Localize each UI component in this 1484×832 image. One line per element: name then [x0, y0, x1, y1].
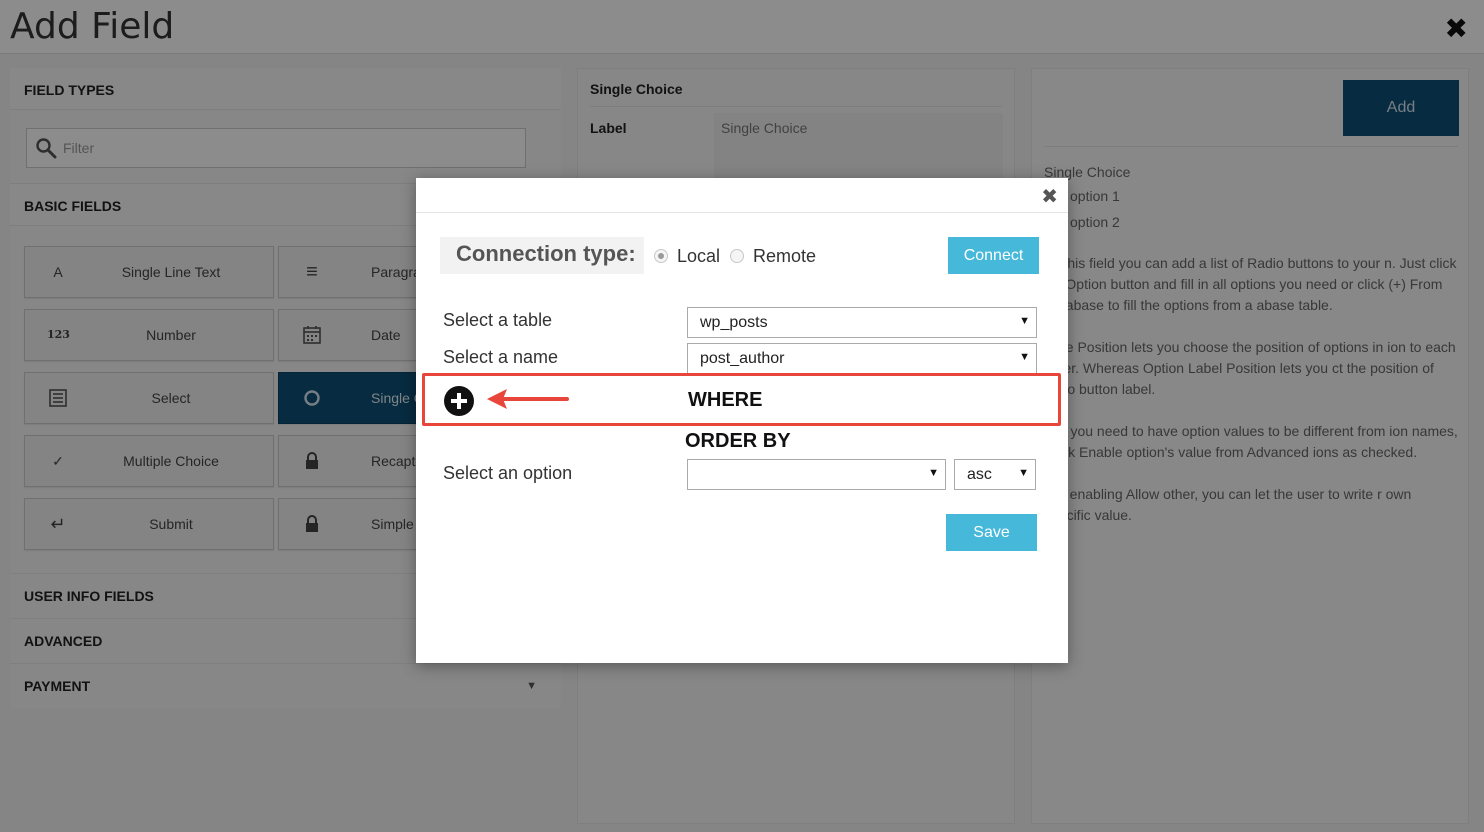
chevron-down-icon: ▼ — [1019, 351, 1030, 363]
name-select-value: post_author — [700, 350, 785, 367]
order-direction-select[interactable]: asc ▼ — [954, 459, 1036, 490]
select-table-label: Select a table — [443, 310, 553, 330]
database-options-modal: ✖ Connection type: Local Remote Connect … — [416, 178, 1068, 663]
connection-type-label: Connection type: — [440, 237, 644, 274]
name-select[interactable]: post_author ▼ — [687, 343, 1037, 374]
remote-radio[interactable] — [730, 249, 744, 263]
add-where-icon[interactable] — [444, 386, 474, 416]
arrow-left-icon — [487, 389, 569, 409]
chevron-down-icon: ▼ — [928, 467, 939, 479]
chevron-down-icon: ▼ — [1019, 315, 1030, 327]
modal-close-icon[interactable]: ✖ — [1041, 184, 1058, 208]
chevron-down-icon: ▼ — [1018, 467, 1029, 479]
table-select[interactable]: wp_posts ▼ — [687, 307, 1037, 338]
save-button[interactable]: Save — [946, 514, 1037, 551]
modal-header: ✖ — [416, 178, 1068, 213]
connect-button[interactable]: Connect — [948, 237, 1039, 274]
order-by-select[interactable]: ▼ — [687, 459, 946, 490]
local-radio[interactable] — [654, 249, 668, 263]
local-label[interactable]: Local — [677, 246, 720, 267]
select-name-label: Select a name — [443, 347, 559, 367]
table-select-value: wp_posts — [700, 314, 768, 331]
order-by-label: ORDER BY — [685, 430, 791, 452]
order-direction-value: asc — [967, 466, 992, 483]
where-highlight: WHERE — [422, 373, 1061, 426]
where-label: WHERE — [688, 389, 763, 411]
select-option-label: Select an option — [443, 463, 573, 483]
remote-label[interactable]: Remote — [753, 246, 816, 267]
